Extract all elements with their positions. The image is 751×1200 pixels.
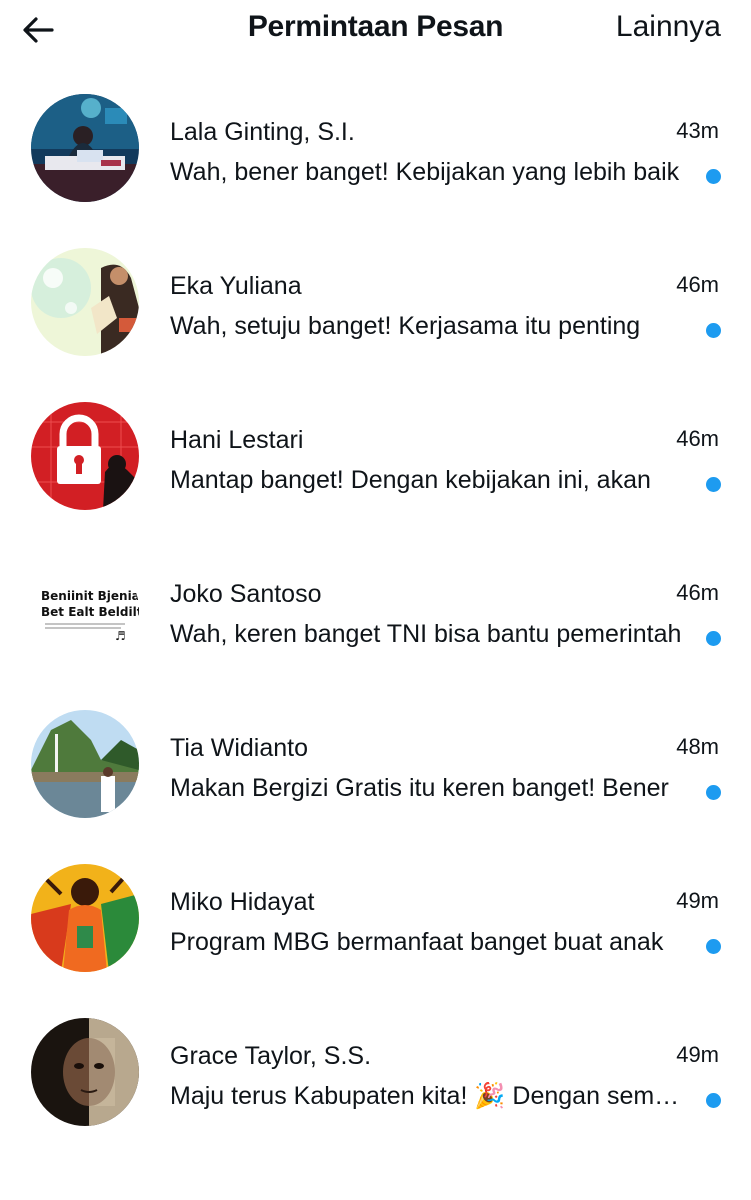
unread-indicator [706,169,721,184]
unread-indicator [706,1093,721,1108]
list-item[interactable]: Beniinit Bjenia? Bet Ealt Beldilt ♬ Joko… [0,540,751,680]
list-item[interactable]: Eka Yuliana 46m Wah, setuju banget! Kerj… [0,232,751,372]
sender-name: Tia Widianto [170,734,309,762]
more-button[interactable]: Lainnya [616,10,721,44]
message-preview: Wah, bener banget! Kebijakan yang lebih … [170,158,680,186]
list-item[interactable]: Miko Hidayat 49m Program MBG bermanfaat … [0,848,751,988]
message-preview: Wah, keren banget TNI bisa bantu pemerin… [170,620,682,648]
sender-name: Miko Hidayat [170,888,315,916]
list-item[interactable]: Grace Taylor, S.S. 49m Maju terus Kabupa… [0,1002,751,1142]
timestamp: 49m [676,888,719,913]
unread-indicator [706,477,721,492]
timestamp: 48m [676,734,719,759]
unread-indicator [706,323,721,338]
message-preview: Maju terus Kabupaten kita! 🎉 Dengan sema… [170,1082,688,1110]
list-item[interactable]: Lala Ginting, S.I. 43m Wah, bener banget… [0,78,751,218]
timestamp: 46m [676,426,719,451]
avatar-text-line-1: Beniinit Bjenia? [41,589,139,603]
music-note-icon: ♬ [115,629,126,643]
avatar [31,402,139,510]
message-preview: Makan Bergizi Gratis itu keren banget! B… [170,774,669,802]
sender-name: Joko Santoso [170,580,322,608]
sender-name: Eka Yuliana [170,272,302,300]
sender-name: Grace Taylor, S.S. [170,1042,372,1070]
message-preview: Mantap banget! Dengan kebijakan ini, aka… [170,466,651,494]
timestamp: 46m [676,580,719,605]
list-item[interactable]: Hani Lestari 46m Mantap banget! Dengan k… [0,386,751,526]
avatar [31,710,139,818]
message-preview: Wah, setuju banget! Kerjasama itu pentin… [170,312,641,340]
unread-indicator [706,631,721,646]
unread-indicator [706,939,721,954]
list-item[interactable]: Tia Widianto 48m Makan Bergizi Gratis it… [0,694,751,834]
timestamp: 49m [676,1042,719,1067]
avatar [31,94,139,202]
sender-name: Hani Lestari [170,426,304,454]
top-bar: Permintaan Pesan Lainnya [0,0,751,60]
timestamp: 43m [676,118,719,143]
timestamp: 46m [676,272,719,297]
sender-name: Lala Ginting, S.I. [170,118,355,146]
message-preview: Program MBG bermanfaat banget buat anak [170,928,664,956]
avatar-text-line-2: Bet Ealt Beldilt [41,605,139,619]
avatar [31,248,139,356]
avatar [31,864,139,972]
avatar: Beniinit Bjenia? Bet Ealt Beldilt ♬ [31,556,139,664]
unread-indicator [706,785,721,800]
avatar [31,1018,139,1126]
